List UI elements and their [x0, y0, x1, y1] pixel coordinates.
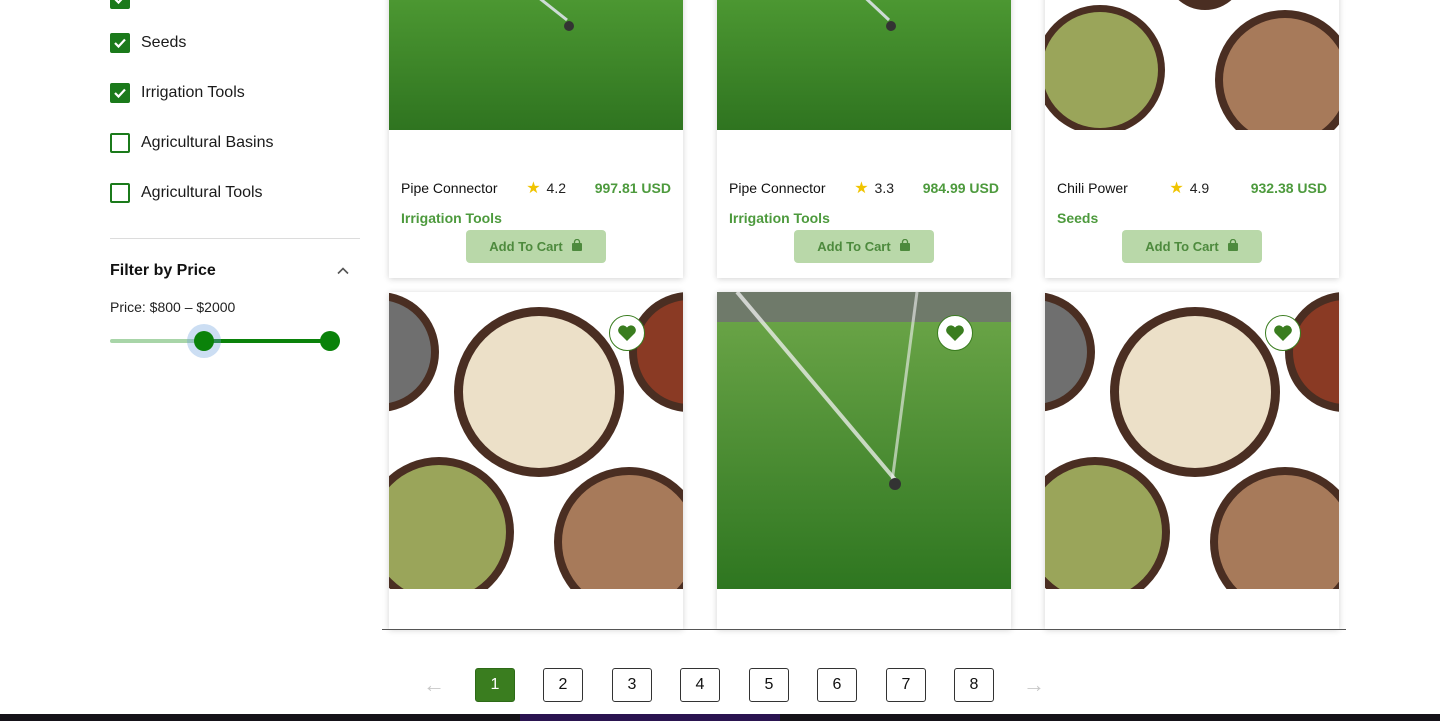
page-button-7[interactable]: 7 — [886, 668, 926, 702]
shopping-bag-icon — [1227, 238, 1239, 254]
product-name[interactable]: Pipe Connector — [729, 180, 826, 196]
add-to-cart-button[interactable]: Add To Cart — [1122, 230, 1262, 263]
product-name[interactable]: Pipe Connector — [401, 180, 498, 196]
category-label: Agricultural Basins — [141, 134, 274, 151]
category-label: Irrigation Tools — [141, 84, 245, 101]
price-range-text: Price: $800 – $2000 — [110, 299, 236, 315]
add-to-cart-button[interactable]: Add To Cart — [794, 230, 934, 263]
pagination: ← 1 2 3 4 5 6 7 8 → — [0, 668, 1440, 702]
product-info-row: Pipe Connector ★ 3.3 984.99 USD — [729, 178, 999, 198]
page-button-8[interactable]: 8 — [954, 668, 994, 702]
rating-value: 4.2 — [546, 180, 567, 196]
product-rating: ★ 4.9 — [1169, 178, 1209, 198]
product-info-row: Chili Power ★ 4.9 932.38 USD — [1057, 178, 1327, 198]
wishlist-heart-icon[interactable] — [937, 315, 973, 351]
star-icon: ★ — [854, 180, 869, 197]
product-category: Irrigation Tools — [401, 210, 502, 226]
arrow-left-icon[interactable]: ← — [422, 668, 446, 702]
taskbar-accent — [520, 714, 780, 721]
window-bottom-edge — [0, 714, 1440, 721]
wishlist-heart-icon[interactable] — [1265, 315, 1301, 351]
page-button-2[interactable]: 2 — [543, 668, 583, 702]
slider-thumb-min[interactable] — [194, 331, 214, 351]
checkbox-agricultural-basins[interactable] — [110, 133, 130, 153]
page-button-6[interactable]: 6 — [817, 668, 857, 702]
shop-page: Seeds Irrigation Tools Agricultural Basi… — [0, 0, 1440, 721]
price-range-slider[interactable] — [110, 326, 340, 356]
category-filter-irrigation-tools[interactable]: Irrigation Tools — [110, 81, 245, 105]
slider-thumb-max[interactable] — [320, 331, 340, 351]
rating-value: 3.3 — [874, 180, 895, 196]
shopping-bag-icon — [899, 238, 911, 254]
product-card[interactable] — [389, 292, 683, 629]
product-rating: ★ 4.2 — [526, 178, 566, 198]
star-icon: ★ — [526, 180, 541, 197]
grid-bottom-border — [382, 629, 1346, 630]
checkbox-agricultural-tools[interactable] — [110, 183, 130, 203]
page-button-5[interactable]: 5 — [749, 668, 789, 702]
cart-button-label: Add To Cart — [489, 239, 563, 254]
product-card[interactable] — [717, 292, 1011, 629]
product-image[interactable] — [1045, 0, 1339, 130]
page-button-4[interactable]: 4 — [680, 668, 720, 702]
product-card[interactable]: Chili Power ★ 4.9 932.38 USD Seeds Add To… — [1045, 0, 1339, 278]
page-button-3[interactable]: 3 — [612, 668, 652, 702]
product-card[interactable]: Pipe Connector ★ 4.2 997.81 USD Irrigatio… — [389, 0, 683, 278]
cart-button-label: Add To Cart — [1145, 239, 1219, 254]
product-info-row: Pipe Connector ★ 4.2 997.81 USD — [401, 178, 671, 198]
slider-track-fill — [204, 339, 330, 343]
page-button-1[interactable]: 1 — [475, 668, 515, 702]
product-price: 984.99 USD — [922, 180, 999, 196]
category-label: Agricultural Tools — [141, 184, 263, 201]
product-card[interactable] — [1045, 292, 1339, 629]
product-rating: ★ 3.3 — [854, 178, 894, 198]
checkbox-irrigation-tools[interactable] — [110, 83, 130, 103]
product-card[interactable]: Pipe Connector ★ 3.3 984.99 USD Irrigatio… — [717, 0, 1011, 278]
category-checkbox-partial[interactable] — [110, 0, 130, 11]
wishlist-heart-icon[interactable] — [609, 315, 645, 351]
divider — [110, 238, 360, 239]
product-image[interactable] — [717, 0, 1011, 130]
rating-value: 4.9 — [1189, 180, 1210, 196]
product-price: 932.38 USD — [1250, 180, 1327, 196]
product-name[interactable]: Chili Power — [1057, 180, 1128, 196]
product-image[interactable] — [389, 0, 683, 130]
product-category: Seeds — [1057, 210, 1099, 226]
category-label: Seeds — [141, 34, 187, 51]
price-filter-title: Filter by Price — [110, 262, 216, 279]
category-filter-agricultural-basins[interactable]: Agricultural Basins — [110, 131, 274, 155]
star-icon: ★ — [1169, 180, 1184, 197]
arrow-right-icon[interactable]: → — [1022, 668, 1046, 702]
add-to-cart-button[interactable]: Add To Cart — [466, 230, 606, 263]
product-category: Irrigation Tools — [729, 210, 830, 226]
category-filter-seeds[interactable]: Seeds — [110, 31, 186, 55]
checkbox[interactable] — [110, 0, 130, 9]
shopping-bag-icon — [571, 238, 583, 254]
category-filter-agricultural-tools[interactable]: Agricultural Tools — [110, 181, 263, 205]
product-price: 997.81 USD — [594, 180, 671, 196]
checkbox-seeds[interactable] — [110, 33, 130, 53]
cart-button-label: Add To Cart — [817, 239, 891, 254]
chevron-up-icon[interactable] — [334, 262, 352, 280]
